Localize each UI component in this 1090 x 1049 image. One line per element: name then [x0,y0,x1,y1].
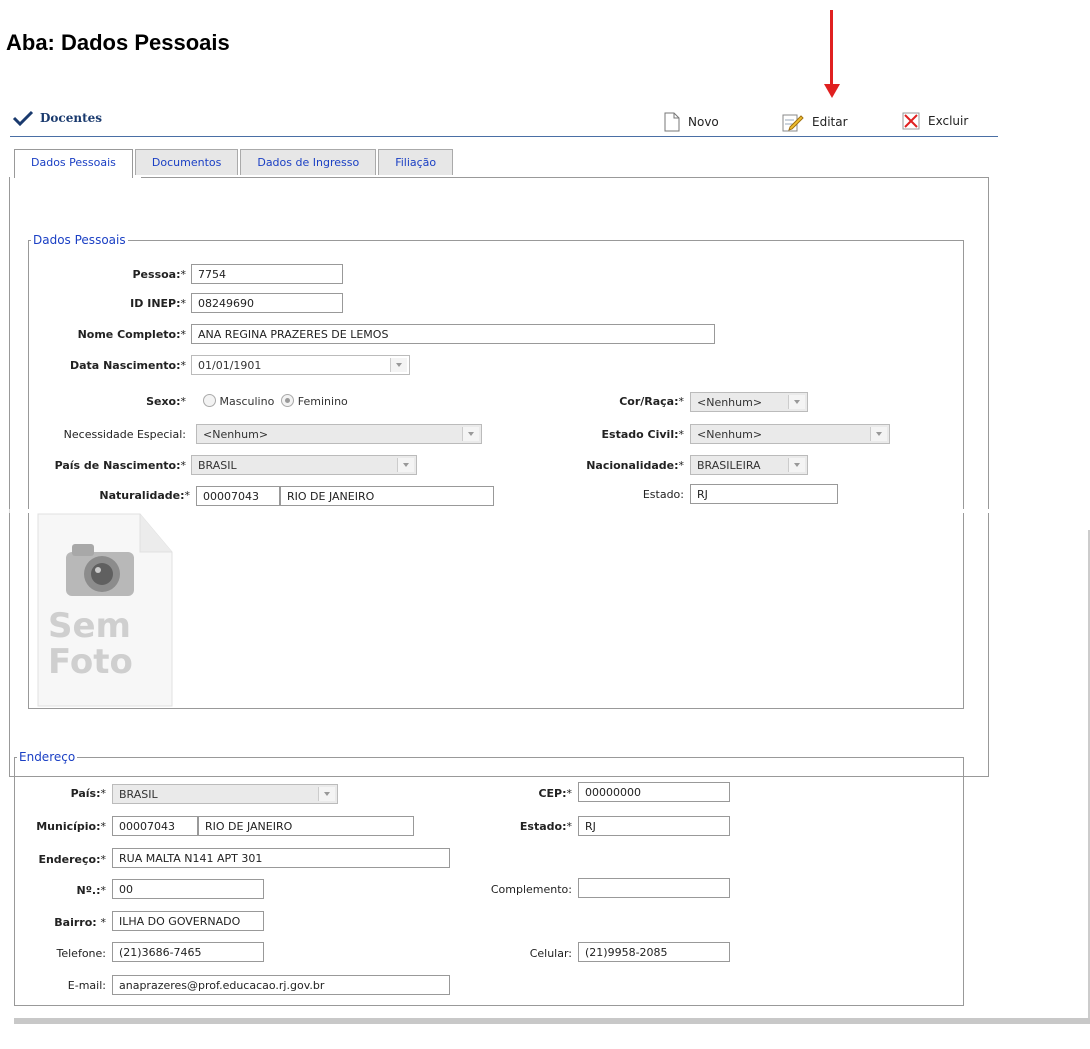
endereco-input[interactable]: RUA MALTA N141 APT 301 [112,848,450,868]
novo-button[interactable]: Novo [664,112,719,132]
naturalidade-label: Naturalidade:* [99,489,190,502]
tab-documentos[interactable]: Documentos [134,149,239,175]
complemento-label: Complemento: [490,883,572,896]
masculino-label: Masculino [219,395,275,408]
necessidade-especial-select[interactable]: <Nenhum> [196,424,482,444]
novo-label: Novo [688,115,719,129]
celular-label: Celular: [529,947,572,960]
complemento-input[interactable] [578,878,730,898]
feminino-radio[interactable] [281,394,295,407]
endereco-estado-label: Estado:* [519,820,572,833]
estado-civil-label: Estado Civil:* [601,428,684,441]
estado-civil-select[interactable]: <Nenhum> [690,424,890,444]
sem-foto-text: Sem Foto [48,608,133,680]
cep-label: CEP:* [538,787,572,800]
naturalidade-estado-input[interactable]: RJ [690,484,838,504]
celular-input[interactable]: (21)9958-2085 [578,942,730,962]
pessoa-input[interactable]: 7754 [191,264,343,284]
sexo-radio-group: Masculino Feminino [203,394,348,408]
module-title-label: Docentes [40,111,103,125]
cep-input[interactable]: 00000000 [578,782,730,802]
module-title: Docentes [12,110,102,126]
nome-completo-input[interactable]: ANA REGINA PRAZERES DE LEMOS [191,324,715,344]
chevron-down-icon [318,787,335,801]
editar-button[interactable]: Editar [782,112,848,132]
tab-dados-ingresso[interactable]: Dados de Ingresso [240,149,377,175]
annotation-arrow-shaft [830,10,833,86]
municipio-code-input[interactable]: 00007043 [112,816,198,836]
panel-top-border [141,177,989,178]
telefone-label: Telefone: [56,947,107,960]
chevron-down-icon [462,427,479,441]
editar-label: Editar [812,115,848,129]
email-input[interactable]: anaprazeres@prof.educacao.rj.gov.br [112,975,450,995]
data-nascimento-picker[interactable]: 01/01/1901 [191,355,410,375]
pais-nascimento-label: País de Nascimento:* [54,459,186,472]
tab-bar: Dados Pessoais Documentos Dados de Ingre… [14,149,455,178]
necessidade-especial-label: Necessidade Especial: [63,428,186,441]
feminino-label: Feminino [297,395,348,408]
nome-completo-label: Nome Completo:* [77,328,186,341]
outer-bottom-scrollbar [14,1018,1090,1024]
numero-input[interactable]: 00 [112,879,264,899]
telefone-input[interactable]: (21)3686-7465 [112,942,264,962]
checkmark-icon [12,110,34,126]
calendar-dropdown-icon[interactable] [390,358,407,372]
endereco-label: Endereço:* [38,853,106,866]
chevron-down-icon [870,427,887,441]
bairro-label: Bairro: * [54,916,106,929]
tab-filiacao[interactable]: Filiação [378,149,454,175]
id-inep-input[interactable]: 08249690 [191,293,343,313]
dados-pessoais-legend: Dados Pessoais [33,233,126,247]
email-label: E-mail: [67,979,106,992]
chevron-down-icon [788,458,805,472]
splice-edge [9,509,10,513]
naturalidade-code-input[interactable]: 00007043 [196,486,280,506]
chevron-down-icon [788,395,805,409]
municipio-label: Município:* [36,820,106,833]
nacionalidade-label: Nacionalidade:* [586,459,684,472]
tab-dados-pessoais[interactable]: Dados Pessoais [14,149,133,178]
cor-raca-select[interactable]: <Nenhum> [690,392,808,412]
chevron-down-icon [397,458,414,472]
municipio-name-input[interactable]: RIO DE JANEIRO [198,816,414,836]
pessoa-label: Pessoa:* [132,268,187,281]
delete-x-icon [902,112,920,130]
annotation-arrow-head [824,84,840,98]
id-inep-label: ID INEP:* [130,297,186,310]
pais-nascimento-select[interactable]: BRASIL [191,455,417,475]
bairro-input[interactable]: ILHA DO GOVERNADO [112,911,264,931]
cor-raca-label: Cor/Raça:* [619,395,684,408]
pais-select[interactable]: BRASIL [112,784,338,804]
endereco-legend: Endereço [19,750,76,764]
sem-text: Sem [48,606,131,646]
nacionalidade-select[interactable]: BRASILEIRA [690,455,808,475]
naturalidade-name-input[interactable]: RIO DE JANEIRO [280,486,494,506]
data-nascimento-label: Data Nascimento:* [70,359,186,372]
endereco-estado-input[interactable]: RJ [578,816,730,836]
document-heading: Aba: Dados Pessoais [6,30,230,55]
numero-label: Nº.:* [76,884,107,897]
edit-pencil-icon [782,114,804,132]
new-document-icon [664,112,680,132]
naturalidade-estado-label: Estado: [642,488,684,501]
excluir-label: Excluir [928,114,969,128]
pais-label: País:* [70,787,106,800]
foto-text: Foto [48,642,133,682]
masculino-radio[interactable] [203,394,216,407]
toolbar [10,108,998,137]
excluir-button[interactable]: Excluir [902,112,968,130]
sexo-label: Sexo:* [146,395,186,408]
